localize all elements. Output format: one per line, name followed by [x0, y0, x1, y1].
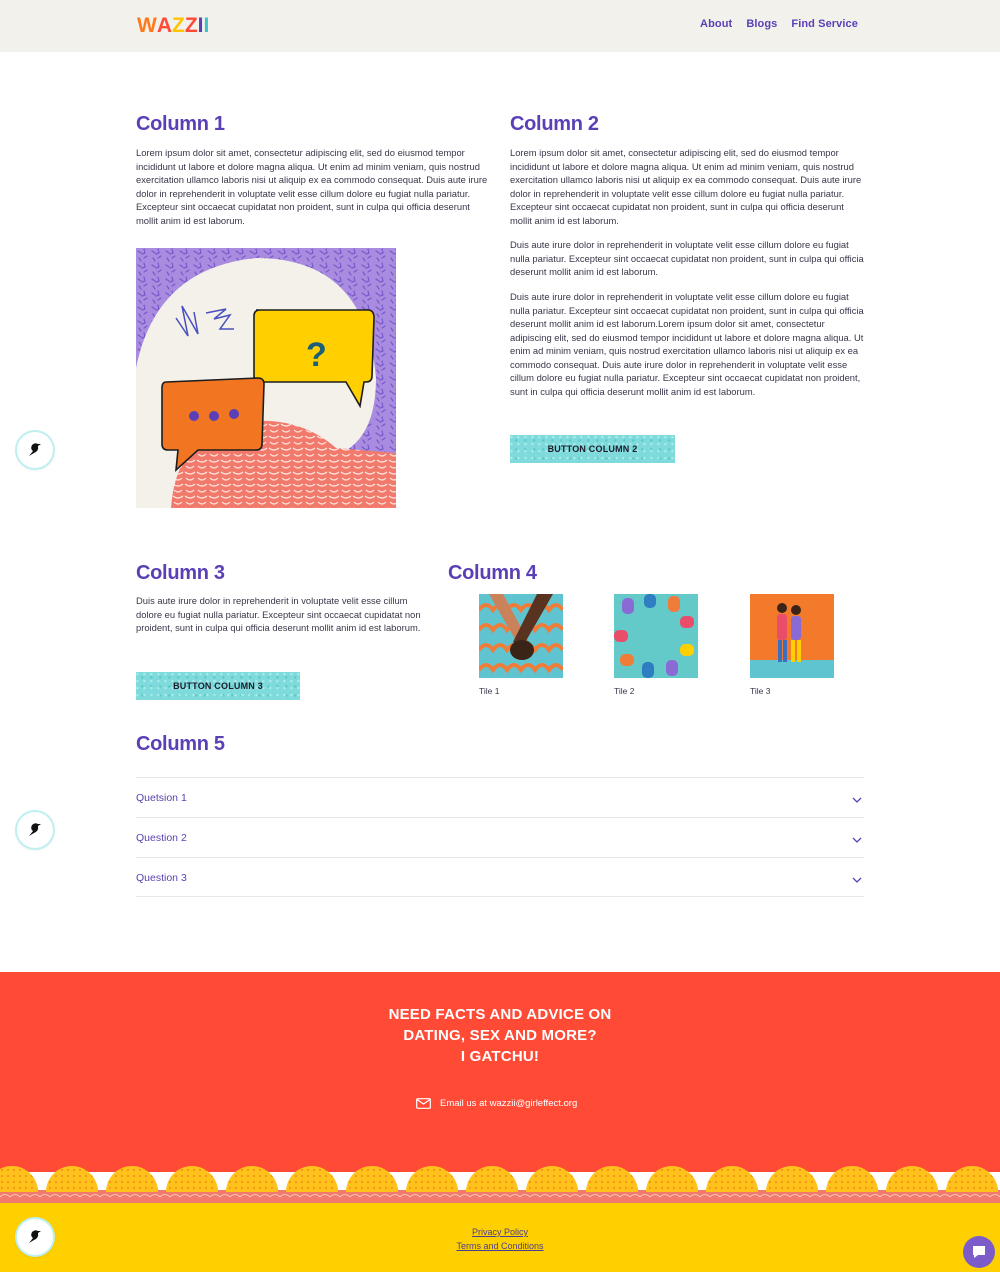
accordion-question-3: Question 3	[136, 871, 187, 884]
email-contact-link[interactable]: Email us at wazzii@girleffect.org	[416, 1098, 577, 1109]
chevron-down-icon	[852, 828, 862, 847]
tile-2[interactable]: Tile 2	[614, 594, 698, 696]
accordion-divider	[136, 896, 864, 897]
column-2-title: Column 2	[510, 113, 599, 135]
column-2-paragraph-1: Lorem ipsum dolor sit amet, consectetur …	[510, 147, 862, 226]
cta-line-3: I GATCHU!	[460, 1048, 540, 1065]
accordion-question-1: Quetsion 1	[136, 791, 187, 804]
cta-line-2: DATING, SEX AND MORE?	[403, 1027, 597, 1044]
chevron-down-icon	[852, 788, 862, 807]
main-nav: About Blogs Find Service	[700, 18, 858, 30]
bird-icon	[29, 823, 41, 836]
nav-blogs[interactable]: Blogs	[746, 18, 777, 30]
cta-heading: NEED FACTS AND ADVICE ON DATING, SEX AND…	[0, 1004, 1000, 1067]
column-3-text: Duis aute irure dolor in reprehenderit i…	[136, 595, 421, 633]
svg-text:?: ?	[306, 336, 327, 374]
tile-1[interactable]: Tile 1	[479, 594, 563, 696]
bird-floating-button[interactable]	[17, 812, 53, 848]
tile-3-label: Tile 3	[750, 686, 771, 696]
bird-icon	[29, 443, 41, 456]
bird-floating-button[interactable]	[17, 1219, 53, 1255]
column-3-title: Column 3	[136, 562, 225, 584]
tile-3-image	[750, 594, 834, 678]
bird-icon	[29, 1230, 41, 1243]
column-2-paragraph-3: Duis aute irure dolor in reprehenderit i…	[510, 291, 864, 397]
terms-link[interactable]: Terms and Conditions	[0, 1240, 1000, 1254]
cta-line-1: NEED FACTS AND ADVICE ON	[388, 1006, 612, 1023]
chat-bubbles-illustration: ?	[136, 248, 396, 508]
mail-icon	[416, 1098, 431, 1109]
tile-1-image	[479, 594, 563, 678]
wazzii-logo[interactable]: WAZZII	[137, 14, 209, 38]
accordion-question-2: Question 2	[136, 831, 187, 844]
chevron-down-icon	[852, 868, 862, 887]
accordion-item-2[interactable]: Question 2	[136, 817, 864, 857]
column-4-title: Column 4	[448, 562, 537, 584]
decorative-scallop-border	[0, 1166, 1000, 1206]
bird-floating-button[interactable]	[17, 432, 53, 468]
chat-widget-button[interactable]	[963, 1236, 995, 1268]
column-1-text: Lorem ipsum dolor sit amet, consectetur …	[136, 147, 488, 226]
tile-1-label: Tile 1	[479, 686, 500, 696]
tile-2-label: Tile 2	[614, 686, 635, 696]
email-text: Email us at wazzii@girleffect.org	[440, 1098, 578, 1109]
footer-links: Privacy Policy Terms and Conditions	[0, 1226, 1000, 1253]
tile-2-image	[614, 594, 698, 678]
column-1-title: Column 1	[136, 113, 225, 135]
accordion-item-1[interactable]: Quetsion 1	[136, 777, 864, 817]
contact-cta-section	[0, 972, 1000, 1172]
button-column-3[interactable]: BUTTON COLUMN 3	[136, 672, 300, 700]
tile-3[interactable]: Tile 3	[750, 594, 834, 696]
column-5-title: Column 5	[136, 733, 225, 755]
chat-bubble-icon	[973, 1246, 985, 1258]
nav-find-service[interactable]: Find Service	[791, 18, 858, 30]
column-2-paragraph-2: Duis aute irure dolor in reprehenderit i…	[510, 239, 864, 277]
page: WAZZII About Blogs Find Service Column 1…	[0, 0, 1000, 1272]
privacy-policy-link[interactable]: Privacy Policy	[0, 1226, 1000, 1240]
site-header: WAZZII About Blogs Find Service	[0, 0, 1000, 52]
nav-about[interactable]: About	[700, 18, 732, 30]
accordion-item-3[interactable]: Question 3	[136, 857, 864, 897]
button-column-2[interactable]: BUTTON COLUMN 2	[510, 435, 675, 463]
